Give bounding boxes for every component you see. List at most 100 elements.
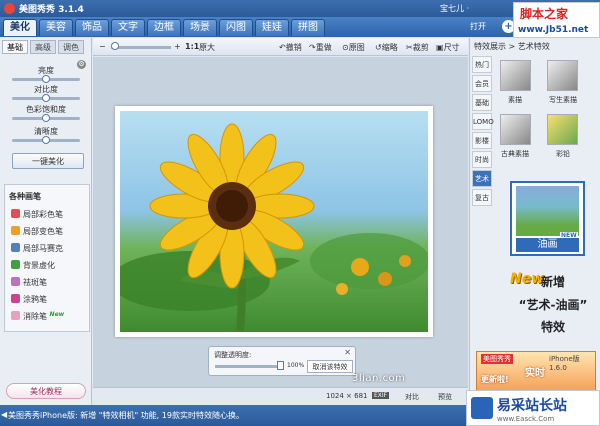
opacity-label: 调整透明度: (214, 351, 252, 359)
brush-item[interactable]: 祛斑笔 (11, 277, 47, 289)
doodle-brush-icon (11, 294, 20, 303)
saturation-slider[interactable] (12, 114, 80, 122)
opacity-slider-knob[interactable] (277, 361, 284, 370)
effect-classic-sketch-label: 古典素描 (501, 150, 529, 158)
brush-list: 各种画笔 局部彩色笔 局部变色笔 局部马赛克 背景虚化 祛斑笔 涂鸦笔 消除笔 … (4, 184, 90, 332)
footer-message[interactable]: 美图秀秀iPhone版: 新增 "特效相机" 功能, 19款实时特效随心换。 (8, 410, 244, 421)
tab-scene[interactable]: 场景 (183, 19, 217, 36)
category-lomo[interactable]: LOMO (472, 113, 494, 130)
category-art[interactable]: 艺术 (472, 170, 492, 187)
effect-life-sketch-label: 写生素描 (549, 96, 577, 104)
tab-doll[interactable]: 娃娃 (255, 19, 289, 36)
effect-color-pencil-thumb[interactable] (547, 114, 578, 145)
saturation-slider-knob[interactable] (42, 114, 50, 122)
iphone-ad-banner[interactable]: 美图秀秀 iPhone版 1.6.0 实时 更新啦! (476, 351, 596, 391)
effect-oil-painting[interactable]: NEW 油画 (510, 181, 585, 256)
watermark-jb51: 脚本之家 www.Jb51.net (513, 2, 600, 38)
original-button[interactable]: ⊙原图 (342, 42, 365, 53)
photo-frame (115, 106, 433, 337)
brush-item[interactable]: 局部变色笔 (11, 226, 63, 238)
preview-button[interactable]: 预览 (438, 392, 452, 402)
tab-beauty[interactable]: 美容 (39, 19, 73, 36)
tutorial-button[interactable]: 美化教程 (6, 383, 86, 399)
eraser-icon (11, 311, 20, 320)
subtab-basic[interactable]: 基础 (2, 40, 28, 54)
effect-sketch-label: 素描 (508, 96, 522, 104)
rotate-button[interactable]: ↺缩略 (375, 42, 398, 53)
mosaic-icon (11, 243, 20, 252)
tab-collage[interactable]: 拼图 (291, 19, 325, 36)
watermark-easck-title: 易采站长站 (497, 398, 567, 414)
contrast-slider-knob[interactable] (42, 94, 50, 102)
category-retro[interactable]: 复古 (472, 189, 492, 206)
brush-item[interactable]: 涂鸦笔 (11, 294, 47, 306)
brush-item[interactable]: 消除笔 New (11, 311, 64, 323)
contrast-slider[interactable] (12, 94, 80, 102)
zoom-out-icon[interactable]: − (99, 42, 106, 51)
zoom-in-icon[interactable]: + (174, 42, 181, 51)
sharpness-slider[interactable] (12, 136, 80, 144)
promo-new: New (510, 271, 545, 287)
sharpness-slider-knob[interactable] (42, 136, 50, 144)
effect-sketch-thumb[interactable] (500, 60, 531, 91)
opacity-dialog: 调整透明度: ✕ 100% 取消该特效 (208, 346, 356, 376)
effects-breadcrumb: 特效展示 > 艺术特效 (474, 42, 550, 51)
subtab-color[interactable]: 调色 (58, 40, 84, 54)
close-icon[interactable]: ✕ (344, 348, 351, 357)
crop-label: 裁剪 (412, 43, 429, 52)
category-member[interactable]: 会员 (472, 75, 492, 92)
fit-button[interactable]: 原大 (199, 42, 215, 53)
original-label: 原图 (348, 43, 365, 52)
undo-button[interactable]: ↶撤销 (279, 42, 302, 53)
effect-classic-sketch-thumb[interactable] (500, 114, 531, 145)
banner-headline: 实时 (525, 368, 545, 379)
zoom-slider-knob[interactable] (111, 42, 119, 50)
brush-item[interactable]: 局部马赛克 (11, 243, 63, 255)
brush-item[interactable]: 局部彩色笔 (11, 209, 63, 221)
subtab-advanced[interactable]: 高级 (30, 40, 56, 54)
banner-brand: 美图秀秀 (481, 354, 513, 364)
app-logo-icon (4, 3, 15, 14)
tab-frame[interactable]: 边框 (147, 19, 181, 36)
easck-logo-icon (471, 397, 493, 419)
undo-icon: ↶ (279, 43, 286, 52)
category-basic[interactable]: 基础 (472, 94, 492, 111)
tab-beautify[interactable]: 美化 (3, 19, 37, 36)
category-fashion[interactable]: 时尚 (472, 151, 492, 168)
brush-label: 背景虚化 (23, 261, 55, 270)
image-canvas[interactable]: 调整透明度: ✕ 100% 取消该特效 (93, 57, 468, 387)
recolor-brush-icon (11, 226, 20, 235)
brush-item[interactable]: 背景虚化 (11, 260, 55, 272)
tab-flash[interactable]: 闪图 (219, 19, 253, 36)
tab-accessories[interactable]: 饰品 (75, 19, 109, 36)
resize-icon: ▣ (436, 43, 444, 52)
cancel-effect-button[interactable]: 取消该特效 (307, 360, 353, 373)
one-key-beautify-button[interactable]: 一键美化 (12, 153, 84, 169)
category-studio[interactable]: 影楼 (472, 132, 492, 149)
resize-button[interactable]: ▣尺寸 (436, 42, 460, 53)
rotate-icon: ↺ (375, 43, 382, 52)
promo-line1: 新增 (541, 275, 566, 289)
actual-size-button[interactable]: 1:1 (185, 42, 199, 51)
sunflower-photo[interactable] (120, 111, 428, 332)
brush-label: 祛斑笔 (23, 278, 47, 287)
image-dimensions: 1024 × 681 (326, 392, 368, 400)
open-button[interactable]: 打开 (470, 21, 486, 32)
title-bar: 美图秀秀 3.1.4 宝七儿 · (0, 0, 600, 17)
opacity-slider[interactable] (215, 365, 283, 368)
tab-text[interactable]: 文字 (111, 19, 145, 36)
category-hot[interactable]: 热门 (472, 56, 492, 73)
user-name[interactable]: 宝七儿 · (440, 3, 469, 14)
exif-button[interactable]: EXIF (372, 392, 390, 399)
banner-sub: 更新啦! (481, 375, 509, 384)
redo-button[interactable]: ↷重做 (309, 42, 332, 53)
zoom-slider[interactable] (111, 46, 171, 49)
effect-life-sketch-thumb[interactable] (547, 60, 578, 91)
brightness-slider[interactable] (12, 75, 80, 83)
crop-button[interactable]: ✂裁剪 (406, 42, 429, 53)
brightness-slider-knob[interactable] (42, 75, 50, 83)
compare-button[interactable]: 对比 (405, 392, 419, 402)
undo-label: 撤销 (285, 43, 302, 52)
spot-brush-icon (11, 277, 20, 286)
watermark-easck-url: www.Easck.Com (497, 415, 555, 423)
